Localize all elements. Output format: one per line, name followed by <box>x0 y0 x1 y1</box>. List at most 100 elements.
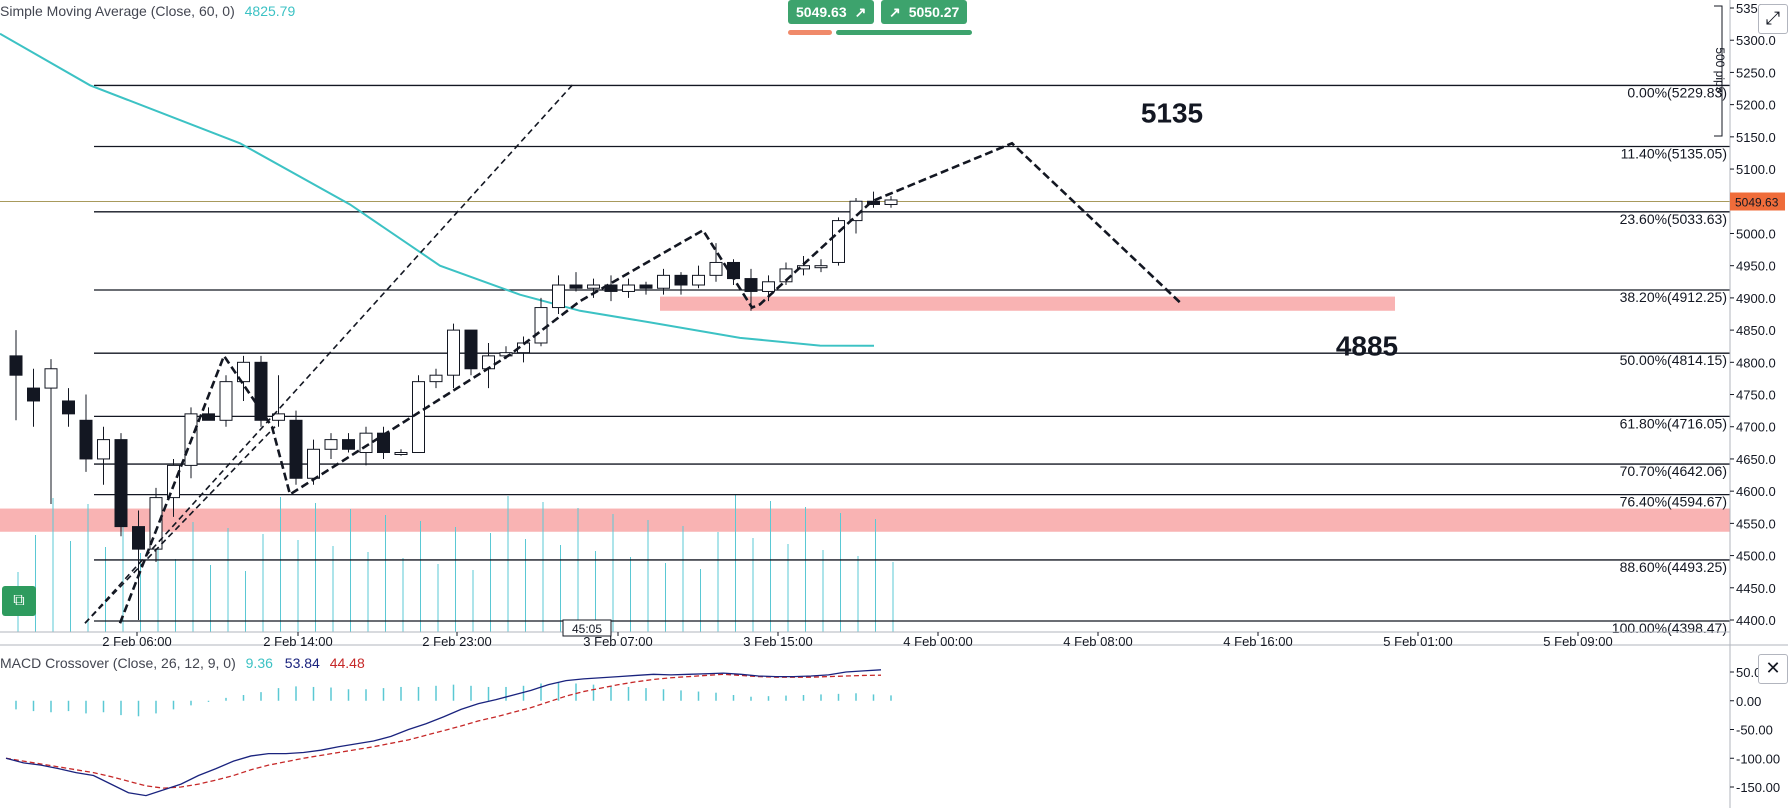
candle <box>552 275 565 314</box>
candle <box>272 375 285 427</box>
candle-body <box>814 265 828 269</box>
candle <box>464 329 478 376</box>
close-button[interactable]: ✕ <box>1758 654 1788 684</box>
price-tick-label: 4650.0 <box>1736 452 1776 467</box>
candle <box>219 375 233 427</box>
candle-body <box>674 274 688 286</box>
price-tick-label: 4550.0 <box>1736 516 1776 531</box>
time-tick-label: 5 Feb 01:00 <box>1383 634 1452 649</box>
fib-level-label: 76.40%(4594.67) <box>1620 494 1727 510</box>
candle-body <box>552 284 565 309</box>
candle-body <box>762 281 775 292</box>
target-label-low: 4885 <box>1336 331 1398 362</box>
arrow-up-right-icon: ↗ <box>889 4 901 20</box>
candle-body <box>692 274 705 286</box>
fib-level-label: 50.00%(4814.15) <box>1620 352 1727 368</box>
candle <box>849 198 863 234</box>
chart-canvas[interactable]: 0.00%(5229.83) 11.40%(5135.05) 23.60%(5033… <box>0 0 1788 808</box>
price-tick-label: 5100.0 <box>1736 162 1776 177</box>
candle <box>692 265 705 289</box>
candle <box>534 297 548 347</box>
candle-body <box>412 381 425 454</box>
sell-spread-bar <box>788 30 832 35</box>
candle-body <box>62 400 75 415</box>
candle-body <box>394 452 408 456</box>
buy-quote-button[interactable]: ↗ 5050.27 <box>881 0 968 24</box>
buy-price: 5050.27 <box>908 4 960 20</box>
candle-body <box>447 329 460 376</box>
candle-body <box>744 278 758 292</box>
candle <box>9 330 23 421</box>
fib-level-label: 0.00%(5229.83) <box>1627 84 1727 100</box>
candle-body <box>219 381 233 421</box>
candle <box>832 217 845 266</box>
candle-body <box>709 261 723 276</box>
sma-indicator-name: Simple Moving Average (Close, 60, 0) <box>0 3 235 19</box>
candle-body <box>324 439 338 450</box>
candle-body <box>464 329 478 370</box>
candle-body <box>44 368 58 389</box>
support-zone <box>0 508 1730 532</box>
candle <box>429 368 443 389</box>
price-tick-label: 4700.0 <box>1736 420 1776 435</box>
macd-hist-value: 9.36 <box>245 655 273 671</box>
macd-indicator-name: MACD Crossover (Close, 26, 12, 9, 0) <box>0 655 236 671</box>
candle <box>482 342 495 389</box>
price-tick-label: 4450.0 <box>1736 581 1776 596</box>
candle-body <box>359 432 373 454</box>
candle <box>289 410 303 485</box>
candle <box>342 433 355 453</box>
time-tick-label: 4 Feb 08:00 <box>1063 634 1132 649</box>
candle <box>884 196 898 208</box>
price-tick-label: 4750.0 <box>1736 388 1776 403</box>
candle <box>639 281 653 295</box>
candle <box>447 323 460 389</box>
candle <box>62 388 75 427</box>
candle-body <box>202 413 215 421</box>
macd-line <box>5 669 882 797</box>
candle <box>97 426 110 485</box>
candle-body <box>97 439 110 460</box>
time-tick-label: 2 Feb 23:00 <box>422 634 491 649</box>
target-label-high: 5135 <box>1141 98 1203 129</box>
sell-quote-button[interactable]: 5049.63 ↗ <box>788 0 875 24</box>
sma-indicator-value: 4825.79 <box>244 3 296 19</box>
fib-level-label: 100.00%(4398.47) <box>1612 620 1727 636</box>
price-tick-label: 5200.0 <box>1736 98 1776 113</box>
candle-body <box>884 199 898 205</box>
macd-signal-value: 44.48 <box>329 655 365 671</box>
candle <box>622 278 635 298</box>
pips-label: 500 pips <box>1713 47 1727 92</box>
price-tick-label: 5000.0 <box>1736 226 1776 241</box>
candle <box>674 272 688 295</box>
candle-body <box>132 526 145 550</box>
expand-button[interactable]: ⤢ <box>1758 4 1788 34</box>
drawing-tool-button[interactable]: ⧉ <box>2 586 36 616</box>
price-tick-label: 4500.0 <box>1736 549 1776 564</box>
candle <box>587 278 600 298</box>
time-tick-label: 4 Feb 16:00 <box>1223 634 1292 649</box>
sma-indicator-header[interactable]: Simple Moving Average (Close, 60, 0) 482… <box>0 3 295 19</box>
time-tick-label: 4 Feb 00:00 <box>903 634 972 649</box>
time-tick-label: 2 Feb 14:00 <box>263 634 332 649</box>
candle-body <box>429 374 443 383</box>
candle-body <box>657 274 670 289</box>
price-tick-label: 4600.0 <box>1736 484 1776 499</box>
macd-signal-line <box>5 673 882 789</box>
candle-body <box>587 284 600 289</box>
candle-body <box>167 464 180 499</box>
candle <box>79 394 93 472</box>
candle <box>569 272 583 292</box>
fib-level-label: 11.40%(5135.05) <box>1621 145 1727 161</box>
fib-level-label: 61.80%(4716.05) <box>1620 415 1727 431</box>
macd-tick-label: -50.00 <box>1736 723 1773 738</box>
macd-indicator-header[interactable]: MACD Crossover (Close, 26, 12, 9, 0) 9.3… <box>0 655 365 671</box>
candle <box>114 433 128 537</box>
candle <box>814 259 828 273</box>
macd-tick-label: 0.00 <box>1736 694 1761 709</box>
candle <box>727 259 740 286</box>
candle <box>394 449 408 456</box>
candle-body <box>534 307 548 344</box>
price-tick-label: 4850.0 <box>1736 323 1776 338</box>
crosshair-time-label: 45:05 <box>572 622 602 636</box>
